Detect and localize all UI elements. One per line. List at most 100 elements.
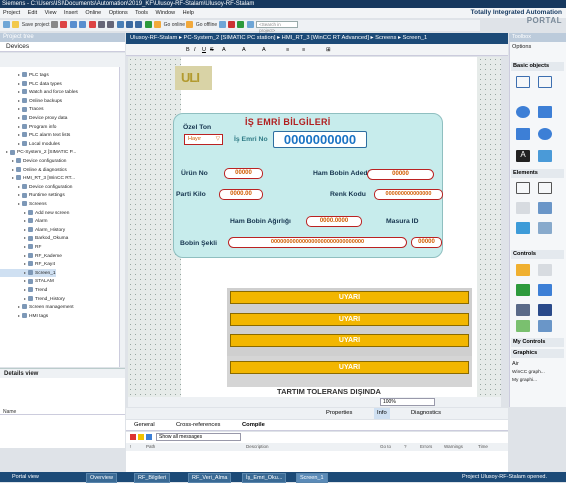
alarm-view-icon[interactable] <box>516 264 530 276</box>
details-view-header[interactable]: Details view <box>0 368 125 378</box>
tree-item[interactable]: ▸ RF_Kayıt <box>0 260 55 269</box>
tree-item[interactable]: ▸ PC-System_2 [SIMATIC P... <box>0 148 76 157</box>
tree-item[interactable]: ▸ PLC data types <box>0 80 62 89</box>
my-controls-section[interactable]: My Controls <box>511 338 564 347</box>
tree-item[interactable]: ▸ Online backups <box>0 97 62 106</box>
distribute-icon[interactable]: ⊞ <box>326 44 331 56</box>
menu-view[interactable]: View <box>45 10 57 16</box>
go-offline-button[interactable]: Go offline <box>196 22 217 28</box>
warning-filter-icon[interactable] <box>138 434 144 440</box>
fill-color-icon[interactable]: A <box>262 44 266 56</box>
graphics-section[interactable]: Graphics <box>511 349 564 358</box>
tree-item[interactable]: ▸ Program info <box>0 123 56 132</box>
tree-item[interactable]: ▸ Trend <box>0 286 47 295</box>
go-offline-icon[interactable] <box>186 21 194 29</box>
accessible-devices-icon[interactable] <box>218 21 226 29</box>
error-filter-icon[interactable] <box>130 434 136 440</box>
diagnostics-tab[interactable]: Diagnostics <box>411 408 441 419</box>
tree-item[interactable]: ▸ Runtime settings <box>0 191 65 200</box>
font-size-icon[interactable]: A <box>222 44 226 56</box>
tree-item[interactable]: ▸ Screens <box>0 200 47 209</box>
go-online-icon[interactable] <box>154 21 162 29</box>
menu-tools[interactable]: Tools <box>135 10 148 16</box>
tree-item[interactable]: ▸ Alarm <box>0 217 48 226</box>
bar-icon[interactable] <box>538 222 552 234</box>
general-tab[interactable]: General <box>134 420 155 431</box>
graphic-io-icon[interactable] <box>538 202 552 214</box>
tree-item[interactable]: ▸ PLC tags <box>0 71 49 80</box>
tree-item[interactable]: ▸ HMI tags <box>0 312 48 321</box>
warning-banner-2[interactable]: UYARI <box>230 313 469 326</box>
ham-bobin-adedi-field[interactable]: 00000 <box>367 169 434 180</box>
print-icon[interactable] <box>50 21 58 29</box>
strikethrough-icon[interactable]: S <box>210 44 214 56</box>
start-cpu-icon[interactable] <box>237 21 245 29</box>
tree-item[interactable]: ▸ Screen_1 <box>0 268 56 278</box>
copy-icon[interactable] <box>69 21 77 29</box>
tree-item[interactable]: ▸ Alarm_History <box>0 226 65 235</box>
button-tool-icon[interactable] <box>538 182 552 194</box>
zoom-select[interactable]: 100% <box>380 398 435 406</box>
tree-item[interactable]: ▸ Screen management <box>0 303 74 312</box>
menu-window[interactable]: Window <box>156 10 176 16</box>
basic-objects-section[interactable]: Basic objects <box>511 62 564 71</box>
stop-cpu-icon[interactable] <box>227 21 235 29</box>
date-time-icon[interactable] <box>516 222 530 234</box>
tree-item[interactable]: ▸ Local modules <box>0 140 60 149</box>
compile-tab[interactable]: Compile <box>242 420 265 431</box>
new-project-icon[interactable] <box>3 21 10 29</box>
editor-scrollbar[interactable] <box>128 397 501 407</box>
cross-references-tab[interactable]: Cross-references <box>176 420 220 431</box>
graphics-item-my[interactable]: My graphi... <box>512 378 537 383</box>
symbolic-io-icon[interactable] <box>516 202 530 214</box>
info-filter-icon[interactable] <box>146 434 152 440</box>
tree-item[interactable]: ▸ Watch and force tables <box>0 88 78 97</box>
portal-view-button[interactable]: Portal view <box>12 472 39 482</box>
devices-tab[interactable]: Devices <box>0 42 125 52</box>
download-icon[interactable] <box>126 21 134 29</box>
parti-kilo-field[interactable]: 0000.00 <box>219 189 263 200</box>
menu-help[interactable]: Help <box>183 10 194 16</box>
tree-item[interactable]: ▸ Traces <box>0 105 43 114</box>
warning-banner-1[interactable]: UYARI <box>230 291 469 304</box>
align-left-icon[interactable]: ≡ <box>286 44 289 56</box>
trend-view-icon[interactable] <box>538 264 552 276</box>
underline-icon[interactable]: U <box>202 44 206 56</box>
menu-options[interactable]: Options <box>109 10 128 16</box>
circle-tool-icon[interactable] <box>516 128 530 140</box>
ozel-ton-dropdown[interactable]: Hayır ▽ <box>184 134 223 145</box>
tree-item[interactable]: ▸ PLC alarm text lists <box>0 131 70 140</box>
redo-icon[interactable] <box>107 21 115 29</box>
media-player-icon[interactable] <box>516 320 530 332</box>
tree-item[interactable]: ▸ Add new screen <box>0 209 69 218</box>
properties-tab[interactable]: Properties <box>326 408 352 419</box>
tree-item[interactable]: ▸ STALAM <box>0 277 54 286</box>
project-tree-scrollbar[interactable] <box>119 67 125 367</box>
info-tab[interactable]: Info <box>374 408 390 419</box>
compile-icon[interactable] <box>116 21 124 29</box>
search-input[interactable]: <Search in project> <box>256 21 299 33</box>
polyline-tool-icon[interactable] <box>538 76 552 88</box>
tree-item[interactable]: ▸ Barkod_Okuma <box>0 234 68 243</box>
masura-id-field[interactable]: 00000 <box>411 237 442 248</box>
show-messages-select[interactable]: Show all messages <box>156 433 241 441</box>
tree-item[interactable]: ▸ Online & diagnostics <box>0 166 67 175</box>
tree-item[interactable]: ▸ Device configuration <box>0 157 66 166</box>
graphics-item-wincc[interactable]: WinCC graph... <box>512 370 545 375</box>
io-field-icon[interactable] <box>516 182 530 194</box>
tree-item[interactable]: ▸ Device proxy data <box>0 114 67 123</box>
line-tool-icon[interactable] <box>516 76 530 88</box>
ham-bobin-agirligi-field[interactable]: 0000.0000 <box>306 216 362 227</box>
f-xy-icon[interactable] <box>538 320 552 332</box>
go-online-button[interactable]: Go online <box>164 22 185 28</box>
menu-edit[interactable]: Edit <box>28 10 37 16</box>
urun-no-field[interactable]: 00000 <box>224 168 263 179</box>
recipe-view-icon[interactable] <box>538 284 552 296</box>
align-center-icon[interactable]: ≡ <box>302 44 305 56</box>
menu-insert[interactable]: Insert <box>64 10 78 16</box>
bold-icon[interactable]: B <box>186 44 190 56</box>
text-color-icon[interactable]: A <box>242 44 246 56</box>
menu-project[interactable]: Project <box>3 10 20 16</box>
simulation-icon[interactable] <box>144 21 152 29</box>
controls-section[interactable]: Controls <box>511 250 564 259</box>
